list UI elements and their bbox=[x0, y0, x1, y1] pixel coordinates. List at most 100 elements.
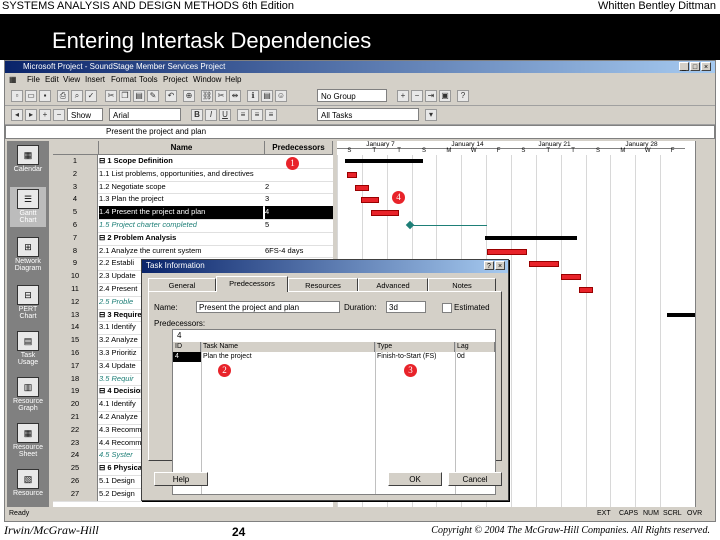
indent-left-icon[interactable]: ◂ bbox=[11, 109, 23, 121]
align-center-icon[interactable]: ≡ bbox=[251, 109, 263, 121]
grid-edit-field[interactable]: 4 bbox=[175, 330, 491, 341]
predecessors-cell[interactable]: 2 bbox=[265, 181, 333, 194]
autofilter-icon[interactable]: ▾ bbox=[425, 109, 437, 121]
row-id[interactable]: 14 bbox=[53, 321, 98, 335]
menu-view[interactable]: View bbox=[63, 75, 80, 84]
view-task-usage[interactable]: ▤ Task Usage bbox=[10, 329, 46, 369]
goto-task-icon[interactable]: ⇥ bbox=[425, 90, 437, 102]
table-row[interactable]: 5 1.4 Present the project and plan 4 bbox=[53, 206, 333, 220]
zoom-out-icon[interactable]: − bbox=[411, 90, 423, 102]
task-information-icon[interactable]: ℹ bbox=[247, 90, 259, 102]
row-id[interactable]: 1 bbox=[53, 155, 98, 168]
row-id[interactable]: 20 bbox=[53, 398, 98, 411]
task-name-cell[interactable]: 1.3 Plan the project bbox=[99, 193, 263, 206]
add-icon[interactable]: + bbox=[39, 109, 51, 121]
grid-cell-task-name[interactable]: Plan the project bbox=[201, 352, 375, 362]
font-select[interactable]: Arial bbox=[109, 108, 181, 121]
row-id[interactable]: 8 bbox=[53, 244, 98, 258]
menu-file[interactable]: File bbox=[27, 75, 40, 84]
cancel-button[interactable]: Cancel bbox=[448, 472, 502, 486]
view-network-diagram[interactable]: ⊞ Network Diagram bbox=[10, 235, 46, 275]
minimize-button[interactable]: _ bbox=[679, 62, 689, 71]
entry-bar[interactable]: Present the project and plan bbox=[5, 125, 715, 139]
view-calendar[interactable]: ▦ Calendar bbox=[10, 143, 46, 183]
bold-icon[interactable]: B bbox=[191, 109, 203, 121]
row-id[interactable]: 24 bbox=[53, 449, 98, 463]
grid-cell-type[interactable]: Finish-to-Start (FS) bbox=[375, 352, 455, 362]
task-name-cell[interactable]: 1.5 Project charter completed bbox=[99, 219, 263, 232]
row-id[interactable]: 21 bbox=[53, 411, 98, 424]
predecessors-cell[interactable]: 5 bbox=[265, 219, 333, 232]
grid-cell-lag[interactable]: 0d bbox=[455, 352, 495, 362]
summary-bar[interactable] bbox=[485, 235, 577, 240]
format-painter-icon[interactable]: ✎ bbox=[147, 90, 159, 102]
dialog-close-icon[interactable]: × bbox=[495, 261, 505, 270]
menu-insert[interactable]: Insert bbox=[85, 75, 105, 84]
row-id[interactable]: 17 bbox=[53, 359, 98, 373]
table-row[interactable]: 6 1.5 Project charter completed 5 bbox=[53, 219, 333, 233]
table-row[interactable]: 7 ⊟ 2 Problem Analysis bbox=[53, 231, 333, 246]
row-id[interactable]: 9 bbox=[53, 257, 98, 271]
task-name-cell[interactable]: 1.4 Present the project and plan bbox=[99, 206, 263, 219]
summary-bar[interactable] bbox=[345, 159, 423, 163]
table-row[interactable]: 8 2.1 Analyze the current system 6FS-4 day… bbox=[53, 244, 333, 259]
row-id[interactable]: 13 bbox=[53, 308, 98, 322]
tab-predecessors[interactable]: Predecessors bbox=[216, 276, 288, 292]
task-name-cell[interactable]: 1.1 List problems, opportunities, and di… bbox=[99, 168, 263, 181]
row-id[interactable]: 10 bbox=[53, 270, 98, 283]
align-right-icon[interactable]: ≡ bbox=[265, 109, 277, 121]
zoom-in-icon[interactable]: + bbox=[397, 90, 409, 102]
close-button[interactable]: × bbox=[701, 62, 711, 71]
view-resource[interactable]: ▧ Resource bbox=[10, 467, 46, 507]
row-id[interactable]: 6 bbox=[53, 219, 98, 232]
copy-icon[interactable]: ❐ bbox=[119, 90, 131, 102]
task-bar[interactable] bbox=[361, 197, 379, 204]
row-id[interactable]: 16 bbox=[53, 347, 98, 360]
vertical-scrollbar[interactable] bbox=[695, 141, 707, 507]
tab-advanced[interactable]: Advanced bbox=[358, 278, 428, 291]
spelling-icon[interactable]: ✓ bbox=[85, 90, 97, 102]
align-left-icon[interactable]: ≡ bbox=[237, 109, 249, 121]
row-id[interactable]: 19 bbox=[53, 385, 98, 399]
help-button[interactable]: Help bbox=[154, 472, 208, 486]
task-bar[interactable] bbox=[355, 184, 369, 191]
row-id[interactable]: 25 bbox=[53, 462, 98, 475]
task-bar[interactable] bbox=[579, 287, 593, 293]
task-bar[interactable] bbox=[347, 171, 357, 178]
row-id[interactable]: 3 bbox=[53, 180, 98, 194]
cut-icon[interactable]: ✂ bbox=[105, 90, 117, 102]
print-icon[interactable]: ⎙ bbox=[57, 90, 69, 102]
ok-button[interactable]: OK bbox=[388, 472, 442, 486]
predecessors-cell[interactable]: 3 bbox=[265, 193, 333, 206]
maximize-button[interactable]: □ bbox=[690, 62, 700, 71]
column-header-name[interactable]: Name bbox=[99, 141, 265, 155]
indent-right-icon[interactable]: ▸ bbox=[25, 109, 37, 121]
assign-resources-icon[interactable]: ☺ bbox=[275, 90, 287, 102]
predecessors-cell[interactable]: 4 bbox=[265, 206, 333, 219]
menu-project[interactable]: Project bbox=[163, 75, 188, 84]
row-id[interactable]: 11 bbox=[53, 283, 98, 296]
menu-window[interactable]: Window bbox=[193, 75, 221, 84]
save-icon[interactable]: ▪ bbox=[39, 90, 51, 102]
paste-icon[interactable]: ▤ bbox=[133, 90, 145, 102]
duration-field[interactable]: 3d bbox=[386, 301, 426, 313]
filter-select[interactable]: All Tasks bbox=[317, 108, 419, 121]
row-id[interactable]: 4 bbox=[53, 193, 98, 207]
open-icon[interactable]: ▭ bbox=[25, 90, 37, 102]
dialog-help-icon[interactable]: ? bbox=[484, 261, 494, 270]
menu-edit[interactable]: Edit bbox=[45, 75, 59, 84]
column-header-predecessors[interactable]: Predecessors bbox=[265, 141, 333, 155]
row-id[interactable]: 23 bbox=[53, 436, 98, 450]
task-bar[interactable] bbox=[371, 210, 399, 217]
table-row[interactable]: 3 1.2 Negotiate scope 2 bbox=[53, 180, 333, 195]
task-name-cell[interactable]: 1.2 Negotiate scope bbox=[99, 181, 263, 194]
task-name-cell[interactable]: ⊟ 1 Scope Definition bbox=[99, 155, 263, 168]
task-name-field[interactable]: Present the project and plan bbox=[196, 301, 340, 313]
new-icon[interactable]: ▫ bbox=[11, 90, 23, 102]
undo-icon[interactable]: ↶ bbox=[165, 90, 177, 102]
estimated-checkbox[interactable] bbox=[442, 303, 452, 313]
row-id[interactable]: 7 bbox=[53, 231, 98, 245]
row-id[interactable]: 2 bbox=[53, 167, 98, 181]
task-bar[interactable] bbox=[487, 248, 527, 255]
split-task-icon[interactable]: ⇹ bbox=[229, 90, 241, 102]
